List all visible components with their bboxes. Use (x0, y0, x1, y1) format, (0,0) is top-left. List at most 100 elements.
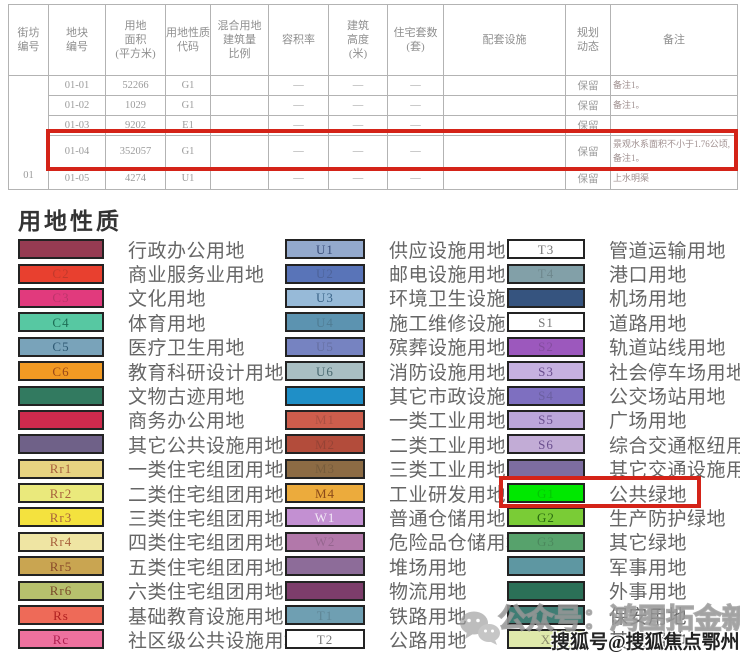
legend-item: C5 医疗卫生用地 (18, 335, 304, 359)
header-remark: 备注 (610, 4, 738, 76)
legend-item: 其它公共设施用地 (18, 432, 304, 457)
legend-label: 文化用地 (128, 289, 207, 311)
legend-color-swatch: C6 (18, 361, 104, 382)
legend-color-swatch: S2 (507, 336, 585, 357)
legend-color-swatch (507, 556, 585, 577)
highlight-box-row-01-04 (46, 129, 738, 171)
legend-color-swatch: M3 (285, 458, 365, 479)
legend-color-swatch: Rr3 (18, 507, 104, 528)
legend-code: U1 (316, 241, 334, 257)
legend-item: U4 施工维修设施用地 (285, 310, 545, 335)
legend-code: G2 (537, 509, 555, 525)
legend-item: C2 商业服务业用地 (18, 261, 304, 286)
legend-code: U3 (316, 290, 334, 306)
legend-color-swatch: U1 (285, 239, 365, 260)
legend-item: W2 危险品仓储用地 (285, 530, 545, 554)
cell-units: — (387, 75, 444, 96)
legend-label: 广场用地 (609, 411, 688, 433)
legend-label: 公路用地 (389, 630, 468, 652)
cell-area: 52266 (105, 75, 166, 96)
legend-item: Rr3 三类住宅组团用地 (18, 505, 304, 530)
legend-color-swatch (285, 580, 365, 601)
legend-label: 港口用地 (609, 265, 688, 287)
legend-item: 机场用地 (507, 286, 740, 310)
legend-color-swatch: C2 (18, 263, 104, 284)
legend-item: 文物古迹用地 (18, 383, 304, 408)
legend-label: 堆场用地 (389, 557, 468, 579)
legend-code: C5 (52, 339, 70, 355)
legend-column-2: U1 供应设施用地 U2 邮电设施用地 U3 环境卫生设施用地 U4 施工维修设施用地 U5 殡葬… (285, 237, 545, 652)
cell-units: — (387, 95, 444, 116)
legend-color-swatch (285, 556, 365, 577)
cell-plot: 01-02 (48, 95, 106, 116)
legend-color-swatch (18, 409, 104, 430)
cell-height: — (328, 75, 388, 96)
legend-color-swatch: S6 (507, 434, 585, 455)
cell-status: 保留 (565, 75, 611, 96)
legend-code: S5 (538, 412, 554, 428)
header-block-no: 街坊 编号 (8, 4, 49, 76)
legend-label: 商务办公用地 (128, 411, 246, 433)
legend-code: Rr1 (49, 461, 73, 477)
legend-label: 四类住宅组团用地 (128, 533, 285, 555)
cell-height: — (328, 95, 388, 116)
legend-color-swatch: C4 (18, 312, 104, 333)
legend-code: Rr4 (49, 534, 73, 550)
legend-color-swatch: U2 (285, 263, 365, 284)
legend-code: Rs (53, 607, 69, 623)
legend-item: Rr2 二类住宅组团用地 (18, 481, 304, 506)
legend-label: 消防设施用地 (389, 362, 507, 384)
legend-code: C2 (52, 266, 70, 282)
legend-color-swatch: Rr5 (18, 556, 104, 577)
legend-item: Rc 社区级公共设施用地 (18, 627, 304, 652)
legend-label: 二类工业用地 (389, 435, 507, 457)
legend-label: 六类住宅组团用地 (128, 582, 285, 604)
legend-item: G3 其它绿地 (507, 530, 740, 554)
legend-title: 用地性质 (18, 209, 122, 234)
legend-code: S2 (538, 339, 554, 355)
legend-label: 轨道站线用地 (609, 338, 727, 360)
header-far: 容积率 (268, 4, 329, 76)
legend-label: 管道运输用地 (609, 240, 727, 262)
legend-label: 三类住宅组团用地 (128, 509, 285, 530)
legend-color-swatch (18, 239, 104, 260)
legend-label: 综合交通枢纽用地 (609, 435, 740, 457)
legend-label: 危险品仓储用地 (389, 533, 526, 555)
legend-item: 商务办公用地 (18, 408, 304, 432)
cell-remark: 备注1。 (610, 95, 738, 116)
legend-item: 堆场用地 (285, 554, 545, 579)
legend-item: S6 综合交通枢纽用地 (507, 432, 740, 457)
legend-color-swatch: Rr6 (18, 580, 104, 601)
legend-label: 其它公共设施用地 (128, 435, 285, 457)
legend-item: C6 教育科研设计用地 (18, 359, 304, 384)
legend-label: 军事用地 (609, 557, 688, 579)
legend-label: 普通仓储用地 (389, 509, 507, 530)
legend-item: Rr5 五类住宅组团用地 (18, 554, 304, 579)
highlight-box-public-green (499, 476, 701, 508)
legend-item: Rs 基础教育设施用地 (18, 603, 304, 628)
cell-far: — (268, 75, 329, 96)
cell-mixed (210, 75, 269, 96)
legend-item: S2 轨道站线用地 (507, 335, 740, 359)
legend-color-swatch: S5 (507, 409, 585, 430)
legend-code: U6 (316, 363, 334, 379)
legend-color-swatch: S1 (507, 312, 585, 333)
legend-color-swatch (507, 287, 585, 308)
legend-code: U5 (316, 339, 334, 355)
legend-color-swatch: S3 (507, 361, 585, 382)
legend-color-swatch: S4 (507, 385, 585, 406)
legend-label: 社区级公共设施用地 (128, 630, 304, 652)
legend-color-swatch: T4 (507, 263, 585, 284)
legend-code: M2 (314, 436, 336, 452)
legend-label: 行政办公用地 (128, 240, 246, 262)
legend-item: Rr4 四类住宅组团用地 (18, 530, 304, 554)
cell-area: 1029 (105, 95, 166, 116)
legend-code: G3 (537, 534, 555, 550)
legend-label: 三类工业用地 (389, 460, 507, 482)
legend-code: S6 (538, 436, 554, 452)
legend-item: Rr6 六类住宅组团用地 (18, 578, 304, 604)
legend-color-swatch: Rs (18, 605, 104, 626)
legend-code: Rc (52, 631, 70, 647)
legend-color-swatch: Rc (18, 629, 104, 650)
legend-label: 其它绿地 (609, 533, 688, 555)
